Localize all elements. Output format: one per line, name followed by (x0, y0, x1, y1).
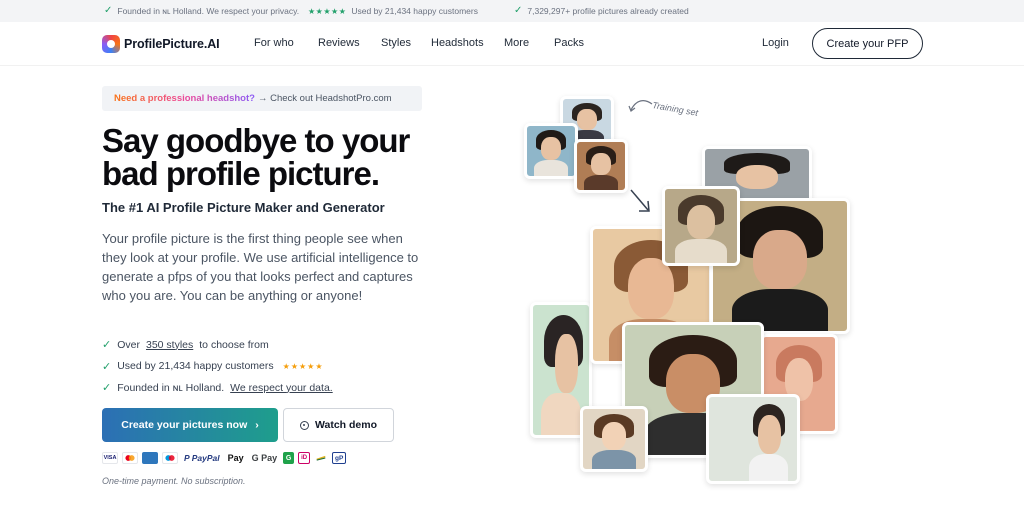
training-photo (574, 139, 628, 193)
rating-stars-icon: ★★★★★ (282, 361, 324, 371)
trust-text-customers: Used by 21,434 happy customers (351, 6, 478, 16)
stars-icon: ★★★★★ (308, 6, 347, 16)
checklist-item-customers: ✓ Used by 21,434 happy customers ★★★★★ (102, 356, 422, 378)
check-icon: ✓ (102, 382, 112, 395)
feature-checklist: ✓ Over 350 styles to choose from ✓ Used … (102, 334, 422, 399)
checklist-text: Over (117, 338, 140, 351)
brand-name: ProfilePicture.AI (124, 37, 220, 51)
checklist-text: Used by 21,434 happy customers (117, 360, 274, 373)
chevron-right-icon: › (255, 419, 259, 431)
login-link[interactable]: Login (762, 37, 789, 49)
amex-icon (142, 452, 158, 464)
trust-item-customers: ★★★★★ Used by 21,434 happy customers (308, 6, 478, 16)
create-pfp-button[interactable]: Create your PFP (812, 28, 923, 59)
mastercard-icon (122, 452, 138, 464)
nav-link-styles[interactable]: Styles (381, 37, 411, 49)
visa-icon: VISA (102, 452, 118, 464)
check-icon: ✓ (102, 360, 112, 373)
giropay-icon: gP (332, 452, 347, 464)
generated-portrait (580, 406, 648, 472)
generated-portrait (662, 186, 740, 266)
trust-text-privacy: Founded in ɴʟ Holland. We respect your p… (117, 6, 300, 16)
trust-item-privacy: ✓ Founded in ɴʟ Holland. We respect your… (104, 5, 300, 17)
check-icon: ✓ (104, 5, 113, 16)
nav-link-headshots[interactable]: Headshots (431, 37, 484, 49)
nav-link-packs[interactable]: Packs (554, 37, 584, 49)
create-pictures-button[interactable]: Create your pictures now › (102, 408, 278, 442)
brand-logo[interactable]: ProfilePicture.AI (102, 35, 220, 53)
camera-logo-icon (102, 35, 120, 53)
navbar: ProfilePicture.AI For who Reviews Styles… (0, 22, 1024, 66)
grab-icon: G (283, 452, 295, 464)
nav-link-for-who[interactable]: For who (254, 37, 294, 49)
google-pay-icon: G Pay (251, 453, 278, 463)
trust-item-pictures: ✓ 7,329,297+ profile pictures already cr… (514, 5, 689, 17)
check-icon: ✓ (514, 5, 523, 16)
nav-link-more[interactable]: More (504, 37, 529, 49)
nav-link-reviews[interactable]: Reviews (318, 37, 360, 49)
payment-note: One-time payment. No subscription. (102, 476, 246, 486)
checklist-text: Founded in ɴʟ Holland. (117, 381, 225, 394)
promo-link-text: → Check out HeadshotPro.com (257, 93, 392, 104)
headshot-promo-banner[interactable]: Need a professional headshot? → Check ou… (102, 86, 422, 111)
curved-arrow-icon (628, 100, 653, 112)
promo-highlight: Need a professional headshot? (114, 93, 255, 104)
paypal-icon: P PayPal (184, 453, 220, 463)
checklist-text: to choose from (199, 338, 269, 351)
payment-methods: VISA P PayPal Pay G Pay G iD gP (102, 451, 347, 465)
trust-text-pictures: 7,329,297+ profile pictures already crea… (527, 6, 689, 16)
watch-demo-label: Watch demo (314, 419, 378, 431)
hero-headline: Say goodbye to your bad profile picture. (102, 122, 410, 192)
hero-subhead: The #1 AI Profile Picture Maker and Gene… (102, 200, 385, 215)
trust-bar: ✓ Founded in ɴʟ Holland. We respect your… (0, 0, 1024, 22)
arrow-down-right-icon (630, 189, 650, 212)
check-icon: ✓ (102, 339, 112, 352)
watch-demo-button[interactable]: Watch demo (283, 408, 394, 442)
training-set-label: Training set (651, 100, 699, 118)
privacy-link[interactable]: We respect your data. (230, 382, 333, 394)
maestro-icon (162, 452, 178, 464)
generated-portrait (706, 394, 800, 484)
play-icon (299, 420, 309, 430)
create-pictures-label: Create your pictures now (121, 419, 248, 431)
apple-pay-icon: Pay (227, 453, 244, 463)
klarna-icon (314, 452, 328, 464)
checklist-item-data: ✓ Founded in ɴʟ Holland. We respect your… (102, 377, 422, 399)
checklist-item-styles: ✓ Over 350 styles to choose from (102, 334, 422, 356)
ideal-icon: iD (298, 452, 311, 464)
styles-link[interactable]: 350 styles (146, 339, 193, 351)
training-photo (524, 123, 578, 179)
hero-description: Your profile picture is the first thing … (102, 231, 419, 303)
